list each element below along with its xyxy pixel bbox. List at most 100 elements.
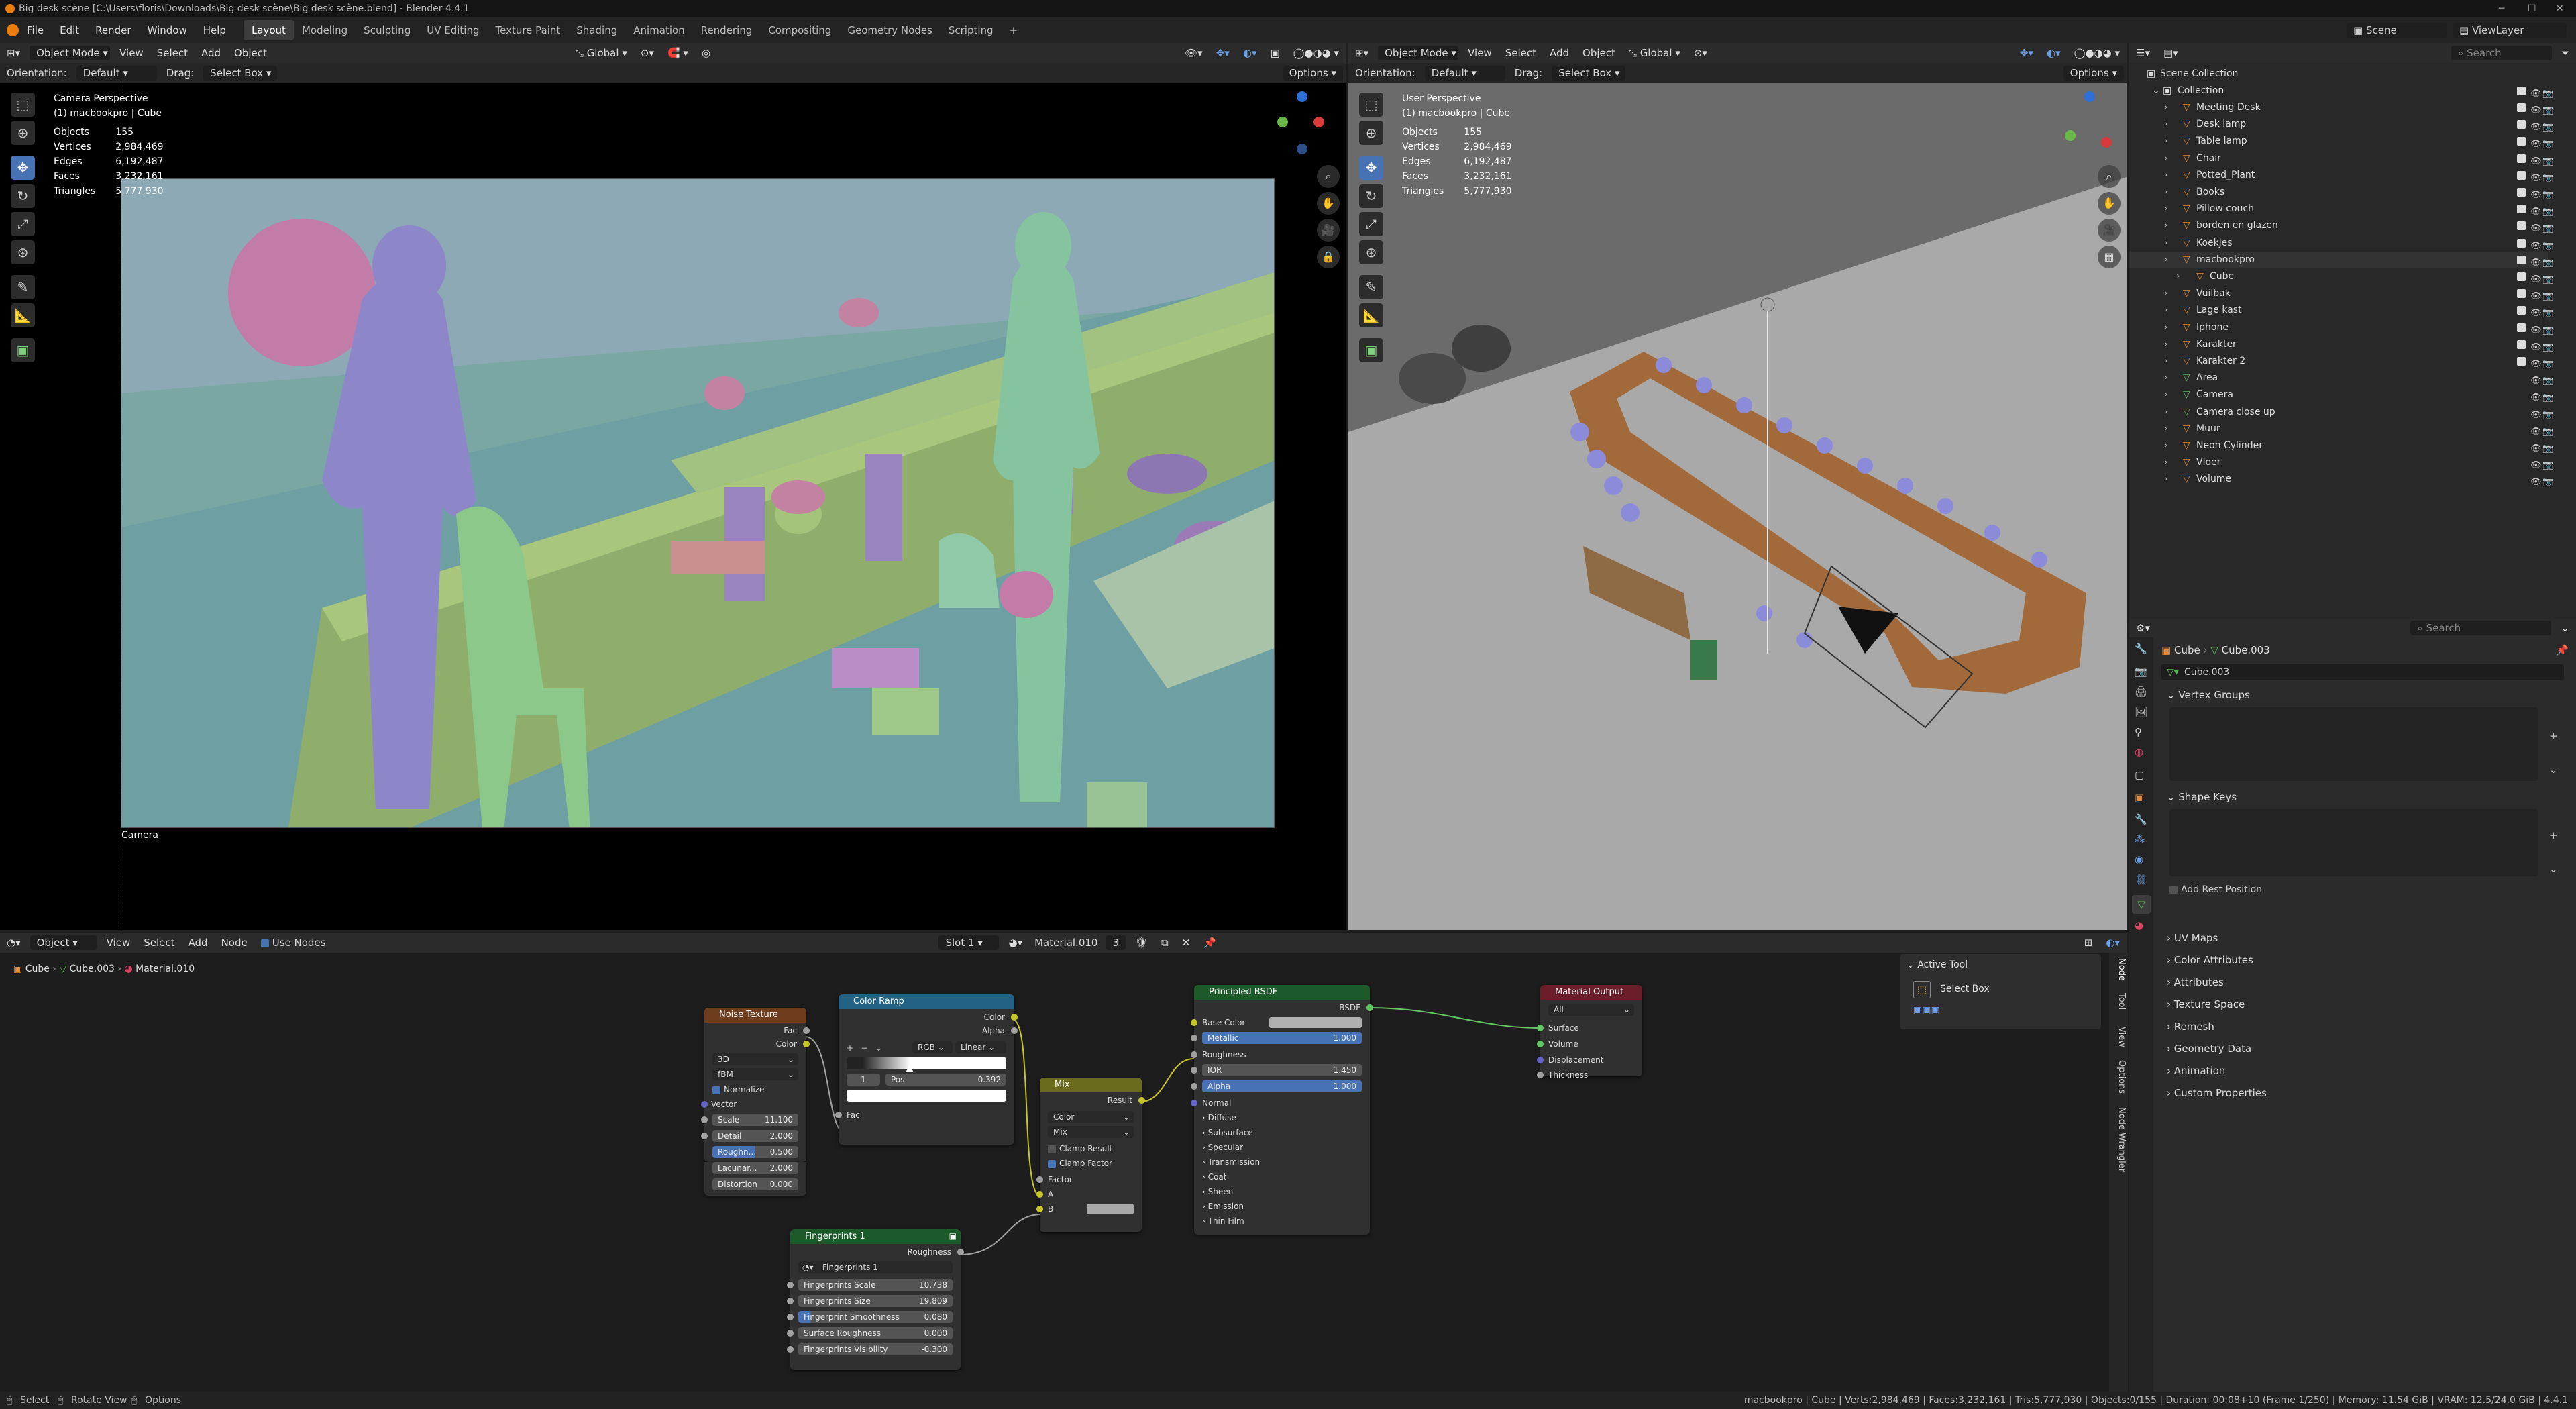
mode-selector[interactable]: Object Mode ▾	[30, 46, 111, 60]
mode-selector[interactable]: Object Mode ▾	[1378, 46, 1459, 60]
panel-coat[interactable]: › Coat	[1202, 1170, 1226, 1184]
eye-icon[interactable]: 👁	[2530, 474, 2542, 490]
shading-modes-icon[interactable]: ◯●◑◕ ▾	[1287, 47, 1346, 59]
expand-arrow-icon[interactable]: ›	[2164, 252, 2168, 268]
exclude-checkbox[interactable]	[2517, 154, 2526, 163]
editor-type-icon[interactable]: ☰▾	[2129, 47, 2157, 59]
menu-object[interactable]: Object	[1576, 47, 1622, 59]
socket[interactable]	[787, 1330, 794, 1337]
physics-tab-icon[interactable]: ◉	[2135, 853, 2143, 866]
expand-arrow-icon[interactable]: ›	[2164, 285, 2168, 302]
expand-arrow-icon[interactable]: ›	[2164, 404, 2168, 421]
expand-arrow-icon[interactable]: ›	[2164, 116, 2168, 133]
menu-file[interactable]: File	[19, 24, 52, 36]
tab-modeling[interactable]: Modeling	[294, 20, 356, 40]
editor-type-icon[interactable]: ◔▾	[0, 937, 28, 949]
gizmo-icon[interactable]: ✥▾	[2013, 47, 2040, 59]
menu-add[interactable]: Add	[195, 47, 227, 59]
exclude-checkbox[interactable]	[2517, 221, 2526, 231]
expand-arrow-icon[interactable]: ›	[2164, 319, 2168, 336]
use-nodes-checkbox[interactable]: Use Nodes	[254, 937, 333, 949]
socket[interactable]	[1537, 1041, 1544, 1047]
output-target-select[interactable]: All ⌄	[1548, 1004, 1634, 1016]
menu-edit[interactable]: Edit	[52, 24, 87, 36]
orientation-dropdown[interactable]: Default ▾	[76, 66, 157, 81]
material-tab-icon[interactable]: ◕	[2135, 919, 2143, 931]
pan-hand-icon[interactable]: ✋	[2098, 192, 2121, 215]
socket[interactable]	[701, 1116, 708, 1123]
rotate-tool-icon[interactable]: ↻	[11, 184, 35, 208]
tab-view[interactable]: View	[2110, 1027, 2127, 1047]
expand-arrow-icon[interactable]: ›	[2164, 217, 2168, 234]
add-vertex-group-icon[interactable]: +	[2549, 730, 2558, 742]
menu-select[interactable]: Select	[150, 47, 195, 59]
tool-tab-icon[interactable]: 🔧	[2135, 643, 2147, 655]
panel-thin-film[interactable]: › Thin Film	[1202, 1214, 1244, 1228]
menu-window[interactable]: Window	[140, 24, 195, 36]
tab-geometry-nodes[interactable]: Geometry Nodes	[839, 20, 941, 40]
section-vertex-groups[interactable]: ⌄ Vertex Groups	[2167, 686, 2549, 704]
gizmo-icon[interactable]: ✥▾	[1210, 47, 1236, 59]
outliner-row[interactable]: › ▽ Pillow couch 👁 📷	[2129, 201, 2553, 217]
proportional-icon[interactable]: ◎	[695, 47, 717, 59]
exclude-checkbox[interactable]	[2517, 255, 2526, 264]
overlay-icon[interactable]: ◐▾	[2040, 47, 2068, 59]
drag-dropdown[interactable]: Select Box ▾	[203, 66, 278, 81]
tab-options[interactable]: Options	[2110, 1060, 2127, 1094]
color-ramp-node[interactable]: Color Ramp Color Alpha + − ⌄ RGB ⌄ Linea…	[835, 994, 1018, 1145]
camera-view-icon[interactable]: 🎥	[1317, 219, 1340, 242]
fingerprints-size-field[interactable]: Fingerprints Size 19.809	[798, 1295, 953, 1307]
tab-compositing[interactable]: Compositing	[760, 20, 839, 40]
tab-shading[interactable]: Shading	[568, 20, 625, 40]
tweak-tool-icon[interactable]: ⬚	[1359, 93, 1383, 117]
socket[interactable]	[1036, 1191, 1043, 1198]
exclude-checkbox[interactable]	[2517, 306, 2526, 315]
socket[interactable]	[835, 1112, 842, 1118]
collection-tab-icon[interactable]: ▢	[2135, 769, 2144, 781]
outliner-row[interactable]: › ▽ Vloer 👁 📷	[2129, 454, 2553, 471]
cursor-tool-icon[interactable]: ⊕	[11, 121, 35, 145]
left-viewport-camera[interactable]: Camera Camera Perspective (1) macbookpro…	[0, 83, 1346, 930]
ramp-position-field[interactable]: Pos 0.392	[885, 1074, 1006, 1086]
menu-help[interactable]: Help	[195, 24, 234, 36]
noise-roughness-field[interactable]: Roughn... 0.500	[712, 1146, 798, 1158]
expand-arrow-icon[interactable]: ›	[2164, 386, 2168, 403]
add-cube-tool-icon[interactable]: ▣	[1359, 338, 1383, 362]
rotate-tool-icon[interactable]: ↻	[1359, 184, 1383, 208]
exclude-checkbox[interactable]	[2517, 340, 2526, 349]
expand-arrow-icon[interactable]: ›	[2164, 167, 2168, 184]
outliner-row[interactable]: › ▽ Table lamp 👁 📷	[2129, 133, 2553, 150]
measure-tool-icon[interactable]: 📐	[1359, 303, 1383, 327]
outliner-row[interactable]: › ▽ Desk lamp 👁 📷	[2129, 116, 2553, 133]
transform-orientation[interactable]: ⤡ Global ▾	[569, 47, 634, 59]
outliner-row[interactable]: › ▽ Camera 👁 📷	[2129, 386, 2553, 403]
expand-arrow-icon[interactable]: ›	[2164, 454, 2168, 471]
fingerprints-group-node[interactable]: Fingerprints 1 ▣ Roughness ◔▾ Fingerprint…	[787, 1229, 964, 1370]
outliner-row[interactable]: › ▽ Chair 👁 📷	[2129, 150, 2553, 167]
scale-tool-icon[interactable]: ⤢	[1359, 212, 1383, 236]
pin-icon[interactable]: 📌	[2556, 644, 2569, 656]
clamp-factor-checkbox[interactable]: Clamp Factor	[1048, 1157, 1112, 1170]
socket[interactable]	[1191, 1083, 1197, 1090]
ramp-stop-marker[interactable]	[906, 1065, 914, 1072]
socket[interactable]	[787, 1282, 794, 1288]
base-color-swatch[interactable]	[1269, 1017, 1362, 1028]
tab-sculpting[interactable]: Sculpting	[356, 20, 419, 40]
overlay-icon[interactable]: ◐▾	[2099, 937, 2127, 949]
exclude-checkbox[interactable]	[2517, 272, 2526, 281]
active-tool-title[interactable]: ⌄ Active Tool	[1907, 959, 1968, 970]
ramp-interpolation-select[interactable]: Linear ⌄	[955, 1041, 1006, 1053]
noise-distortion-field[interactable]: Distortion 0.000	[712, 1178, 798, 1190]
exclude-checkbox[interactable]	[2517, 238, 2526, 248]
move-tool-icon[interactable]: ✥	[11, 156, 35, 180]
menu-object[interactable]: Object	[227, 47, 274, 59]
material-output-node[interactable]: Material Output All ⌄ Surface Volume Disp…	[1537, 985, 1642, 1080]
panel-diffuse[interactable]: › Diffuse	[1202, 1111, 1236, 1125]
annotate-tool-icon[interactable]: ✎	[11, 275, 35, 299]
outliner-row[interactable]: › ▽ Lage kast 👁 📷	[2129, 302, 2553, 319]
blender-menu-icon[interactable]	[7, 24, 19, 36]
outliner-row[interactable]: › ▽ Neon Cylinder 👁 📷	[2129, 437, 2553, 454]
add-workspace-icon[interactable]: +	[1002, 20, 1026, 40]
orientation-dropdown[interactable]: Default ▾	[1424, 66, 1505, 81]
filter-icon[interactable]: ⏷	[2555, 47, 2576, 59]
